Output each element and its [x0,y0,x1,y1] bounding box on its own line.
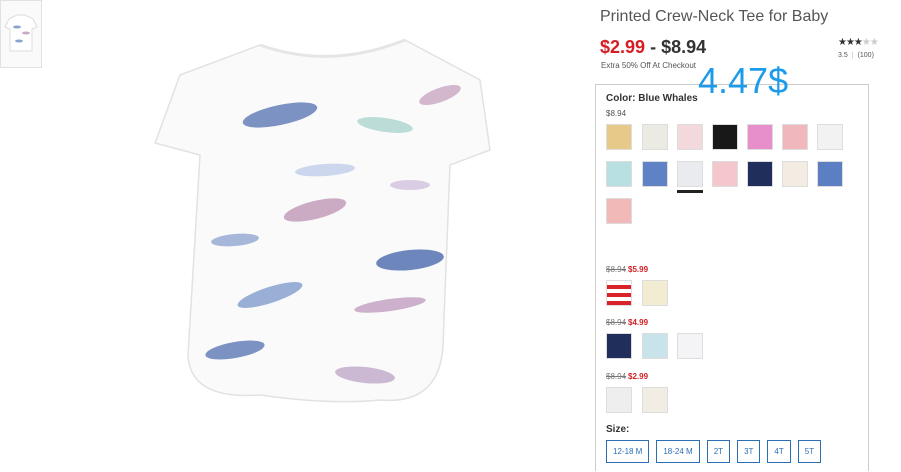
size-option-12-18m[interactable]: 12-18 M [606,440,650,463]
color-group-price: $8.94 [606,109,627,118]
color-swatch[interactable] [606,333,632,359]
rating-value: 3.5 [838,52,848,59]
sale-price-group: $8.94 $4.99 [606,318,648,327]
price-low: $2.99 [600,37,646,57]
original-price: $8.94 [606,265,627,274]
size-option-2t[interactable]: 2T [706,440,731,463]
price-high: $8.94 [661,37,707,57]
color-swatch[interactable] [747,161,773,187]
rating-summary[interactable]: 3.5 | (100) [838,52,874,59]
color-swatch[interactable] [712,161,738,187]
original-price: $8.94 [606,318,627,327]
color-swatch[interactable] [712,124,738,150]
color-swatch[interactable] [747,124,773,150]
size-option-5t[interactable]: 5T [797,440,822,463]
review-count: (100) [857,52,874,59]
color-swatch[interactable] [642,161,668,187]
color-swatch[interactable] [642,387,668,413]
sale-price-group: $8.94 $5.99 [606,265,648,274]
size-option-4t[interactable]: 4T [767,440,791,463]
product-title: Printed Crew-Neck Tee for Baby [600,8,829,25]
selected-indicator [677,190,703,193]
rating-divider: | [851,52,854,59]
price-separator: - [650,37,657,57]
color-swatch[interactable] [817,124,843,150]
price-range: $2.99 - $8.94 [600,37,706,58]
color-label-text: Color: [606,93,636,104]
color-swatch[interactable] [606,280,632,306]
size-options: 12-18 M 18-24 M 2T 3T 4T 5T [606,440,822,463]
color-swatch[interactable] [606,198,632,224]
sale-price: $4.99 [628,318,649,327]
color-swatch[interactable] [606,387,632,413]
color-swatch[interactable] [606,124,632,150]
color-swatch[interactable] [642,333,668,359]
size-option-3t[interactable]: 3T [737,440,761,463]
size-option-18-24m[interactable]: 18-24 M [656,440,700,463]
product-thumbnail[interactable] [0,0,42,68]
promo-text: Extra 50% Off At Checkout [601,61,697,70]
star-empty-icon: ★★ [861,37,879,48]
product-image [154,38,491,403]
size-label: Size: [606,424,630,435]
selected-color-name: Blue Whales [638,93,698,104]
color-swatch-selected[interactable] [677,161,703,187]
sale-price-group: $8.94 $2.99 [606,372,648,381]
star-rating[interactable]: ★★★★★ [838,37,879,48]
color-swatch[interactable] [677,333,703,359]
color-label: Color: Blue Whales [606,93,698,104]
color-swatch[interactable] [817,161,843,187]
original-price: $8.94 [606,372,627,381]
color-swatch[interactable] [642,280,668,306]
color-swatch[interactable] [642,124,668,150]
star-icon: ★★★ [838,37,863,48]
color-swatch[interactable] [782,124,808,150]
color-swatch[interactable] [782,161,808,187]
sale-price: $2.99 [628,372,649,381]
sale-price: $5.99 [628,265,649,274]
color-swatch[interactable] [606,161,632,187]
discounted-price-overlay: 4.47$ [698,60,789,101]
color-swatch[interactable] [677,124,703,150]
